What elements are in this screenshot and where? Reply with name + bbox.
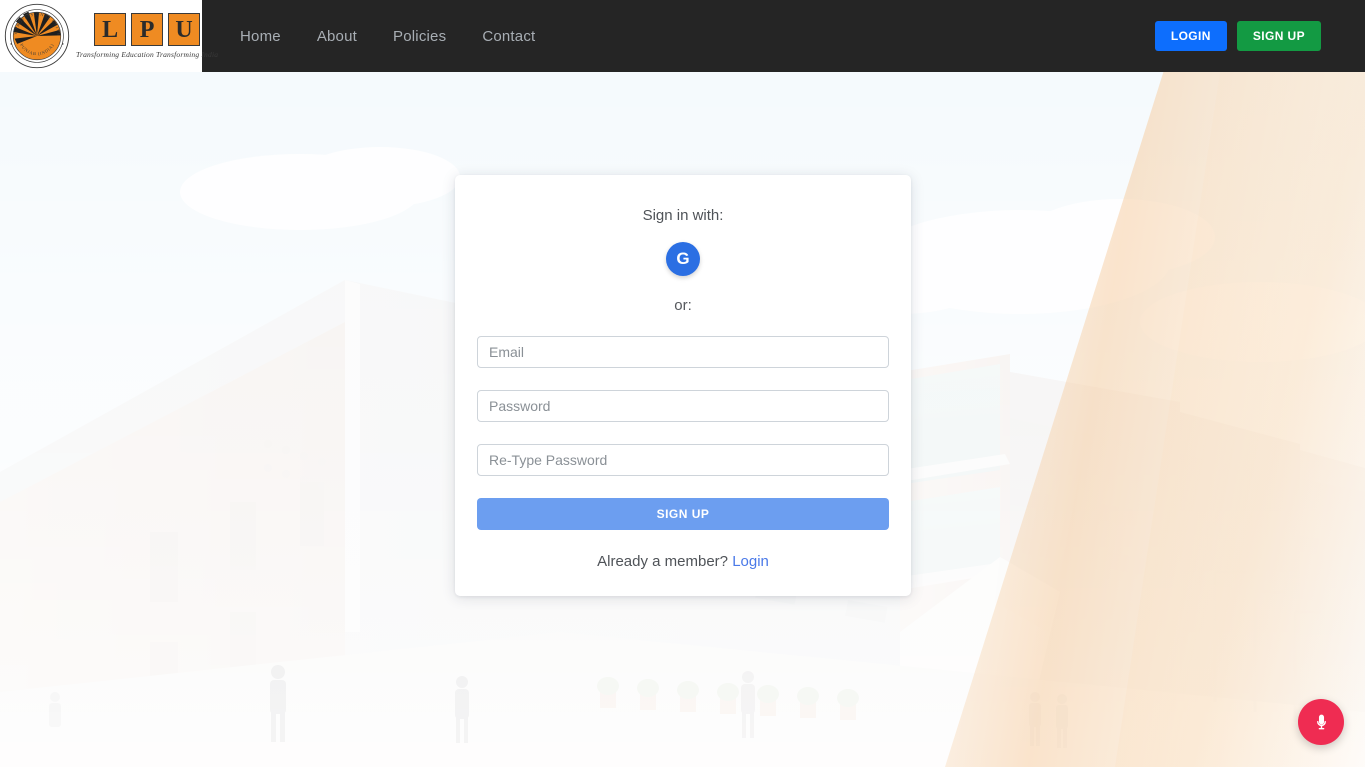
signup-button[interactable]: SIGN UP bbox=[1236, 20, 1321, 52]
nav-link-about[interactable]: About bbox=[299, 20, 375, 53]
microphone-icon bbox=[1316, 714, 1326, 729]
login-link[interactable]: Login bbox=[732, 553, 769, 570]
already-member-row: Already a member? Login bbox=[477, 553, 889, 570]
or-separator-label: or: bbox=[674, 297, 692, 314]
email-input[interactable] bbox=[477, 336, 889, 368]
nav-link-policies[interactable]: Policies bbox=[375, 20, 464, 53]
voice-assistant-button[interactable] bbox=[1298, 699, 1344, 745]
lpu-letter-l: L bbox=[94, 13, 127, 46]
nav-link-home[interactable]: Home bbox=[222, 20, 299, 53]
lpu-letter-boxes: L P U bbox=[94, 13, 201, 46]
nav-links: Home About Policies Contact bbox=[222, 20, 553, 53]
lpu-wordmark: L P U Transforming Education Transformin… bbox=[76, 13, 218, 59]
login-button[interactable]: LOGIN bbox=[1154, 20, 1227, 52]
signup-submit-button[interactable]: SIGN UP bbox=[477, 498, 889, 530]
lpu-letter-u: U bbox=[168, 13, 201, 46]
social-login-row: G bbox=[477, 242, 889, 276]
brand-logo[interactable]: LOVELY PROFESSIONAL UNIVERSITY PUNJAB (I… bbox=[0, 0, 218, 72]
lpu-letter-p: P bbox=[131, 13, 164, 46]
retype-password-input[interactable] bbox=[477, 444, 889, 476]
brand-tagline: Transforming Education Transforming Indi… bbox=[76, 50, 219, 59]
signup-card: Sign in with: G or: SIGN UP Already a me… bbox=[455, 175, 911, 596]
page-root: LOVELY PROFESSIONAL UNIVERSITY PUNJAB (I… bbox=[0, 0, 1365, 767]
already-member-text: Already a member? bbox=[597, 553, 729, 570]
lpu-seal-icon: LOVELY PROFESSIONAL UNIVERSITY PUNJAB (I… bbox=[4, 3, 70, 69]
nav-link-contact[interactable]: Contact bbox=[464, 20, 553, 53]
password-input[interactable] bbox=[477, 390, 889, 422]
hero-background: Sign in with: G or: SIGN UP Already a me… bbox=[0, 72, 1365, 767]
top-navbar: LOVELY PROFESSIONAL UNIVERSITY PUNJAB (I… bbox=[0, 0, 1365, 72]
google-signin-button[interactable]: G bbox=[666, 242, 700, 276]
nav-actions: LOGIN SIGN UP bbox=[1154, 20, 1365, 52]
sign-in-with-label: Sign in with: bbox=[642, 207, 724, 224]
